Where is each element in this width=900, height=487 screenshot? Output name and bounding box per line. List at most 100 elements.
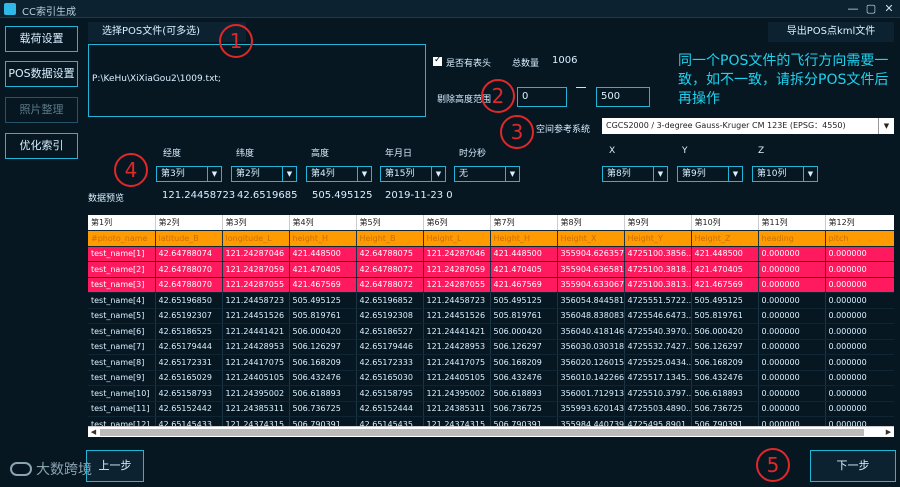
table-row[interactable]: test_name[3] 42.64788070 121.24287055 421.4…	[88, 277, 894, 293]
minimize-icon[interactable]: —	[846, 2, 860, 16]
table-cell: 42.65192308	[356, 308, 424, 324]
table-cell: 42.64788070	[155, 277, 223, 293]
table-cell: 421.470405	[289, 261, 357, 278]
column-header[interactable]: 第1列	[88, 215, 156, 231]
table-cell: 0.000000	[758, 370, 826, 386]
table-cell: 121.24385311	[423, 401, 491, 417]
sidebar-item-payload-settings[interactable]: 载荷设置	[5, 26, 78, 52]
table-row[interactable]: test_name[8] 42.65172331 121.24417075 506.1…	[88, 354, 894, 371]
table-cell: 0.000000	[825, 370, 894, 386]
column-header[interactable]: 第2列	[155, 215, 223, 231]
has-header-label: 是否有表头	[446, 59, 492, 69]
table-cell: 121.24287046	[423, 246, 491, 262]
table-cell: 421.467569	[490, 277, 558, 293]
has-header-checkbox[interactable]	[433, 55, 442, 66]
table-cell: 121.24405105	[222, 370, 290, 386]
table-cell: pitch	[825, 230, 894, 247]
column-header[interactable]: 第10列	[691, 215, 759, 231]
table-cell: 421.448500	[490, 246, 558, 262]
horizontal-scrollbar[interactable]: ◀ ▶	[88, 426, 894, 437]
prev-step-button[interactable]: 上一步	[86, 450, 144, 482]
chevron-down-icon: ▼	[207, 167, 221, 181]
table-row[interactable]: #photo_name latitude_B longitude_L height_H…	[88, 230, 894, 247]
table-cell: 42.65179444	[155, 339, 223, 355]
table-cell: 355904.636581	[557, 261, 625, 278]
table-row[interactable]: test_name[7] 42.65179444 121.24428953 506.1…	[88, 339, 894, 355]
table-cell: 42.65196850	[155, 292, 223, 309]
sidebar-item-pos-settings[interactable]: POS数据设置	[5, 61, 78, 87]
table-row[interactable]: test_name[4] 42.65196850 121.24458723 505.4…	[88, 292, 894, 309]
table-cell: 506.432476	[691, 370, 759, 386]
height-column-select[interactable]: 第4列 ▼	[306, 166, 372, 182]
table-cell: 121.24458723	[222, 292, 290, 309]
window-title: CC索引生成	[22, 7, 76, 18]
height-max-input[interactable]: 500	[596, 87, 650, 107]
table-cell: test_name[10]	[88, 385, 156, 402]
maximize-icon[interactable]: ▢	[864, 2, 878, 16]
table-row[interactable]: test_name[11] 42.65152442 121.24385311 506.…	[88, 401, 894, 417]
height-min-input[interactable]: 0	[517, 87, 567, 107]
main-panel: 载荷设置 POS数据设置 照片整理 优化索引 选择POS文件(可多选) 导出PO…	[0, 18, 900, 487]
table-cell: 4725525.0434...	[624, 354, 692, 371]
lat-column-select[interactable]: 第2列 ▼	[231, 166, 297, 182]
column-header[interactable]: 第7列	[490, 215, 558, 231]
table-cell: test_name[3]	[88, 277, 156, 293]
annotation-marker-1: 1	[219, 24, 253, 58]
data-table[interactable]: 第1列 第2列 第3列 第4列 第5列 第6列 第7列 第8列 第9列 第10列 第11列 第12列 #…	[88, 215, 894, 437]
table-cell: test_name[4]	[88, 292, 156, 309]
chevron-down-icon: ▼	[431, 167, 445, 181]
scrollbar-thumb[interactable]	[100, 429, 864, 436]
table-cell: 0.000000	[825, 354, 894, 371]
table-row[interactable]: test_name[1] 42.64788074 121.24287046 421.4…	[88, 246, 894, 262]
scroll-right-icon[interactable]: ▶	[883, 427, 894, 438]
time-column-select[interactable]: 无 ▼	[454, 166, 520, 182]
x-column-select[interactable]: 第8列 ▼	[602, 166, 668, 182]
table-cell: 356054.844581	[557, 292, 625, 309]
table-cell: 121.24395002	[423, 385, 491, 402]
lat-column-value: 第2列	[236, 169, 260, 179]
chevron-down-icon: ▼	[505, 167, 519, 181]
table-cell: 355993.620143	[557, 401, 625, 417]
table-row[interactable]: test_name[10] 42.65158793 121.24395002 506.…	[88, 385, 894, 402]
table-cell: 421.448500	[289, 246, 357, 262]
export-kml-button[interactable]: 导出POS点kml文件	[768, 22, 894, 42]
total-count-label: 总数量	[512, 59, 540, 69]
watermark: 大数跨境	[10, 459, 92, 479]
close-icon[interactable]: ✕	[882, 2, 896, 16]
crs-select[interactable]: CGCS2000 / 3-degree Gauss-Kruger CM 123E…	[602, 118, 894, 134]
column-header[interactable]: 第11列	[758, 215, 826, 231]
sidebar-item-photo-organize: 照片整理	[5, 97, 78, 123]
column-header[interactable]: 第12列	[825, 215, 894, 231]
table-row[interactable]: test_name[2] 42.64788070 121.24287059 421.4…	[88, 261, 894, 278]
column-header[interactable]: 第5列	[356, 215, 424, 231]
column-header[interactable]: 第9列	[624, 215, 692, 231]
table-header-row: 第1列 第2列 第3列 第4列 第5列 第6列 第7列 第8列 第9列 第10列 第11列 第12列	[88, 215, 894, 231]
table-row[interactable]: test_name[9] 42.65165029 121.24405105 506.4…	[88, 370, 894, 386]
y-column-select[interactable]: 第9列 ▼	[677, 166, 743, 182]
sidebar-item-optimize-index[interactable]: 优化索引	[5, 133, 78, 159]
pos-file-path-box[interactable]: P:\KeHu\XiXiaGou2\1009.txt;	[88, 44, 426, 117]
column-header[interactable]: 第8列	[557, 215, 625, 231]
table-cell: 4725540.3970...	[624, 323, 692, 340]
column-header[interactable]: 第6列	[423, 215, 491, 231]
table-cell: test_name[5]	[88, 308, 156, 324]
table-cell: 121.24417075	[222, 354, 290, 371]
table-row[interactable]: test_name[6] 42.65186525 121.24441421 506.0…	[88, 323, 894, 340]
annotation-marker-2: 2	[481, 79, 515, 113]
table-cell: test_name[9]	[88, 370, 156, 386]
next-step-button[interactable]: 下一步	[810, 450, 896, 482]
z-column-select[interactable]: 第10列 ▼	[752, 166, 818, 182]
table-cell: 121.24405105	[423, 370, 491, 386]
date-column-select[interactable]: 第15列 ▼	[380, 166, 446, 182]
table-cell: 42.65196852	[356, 292, 424, 309]
table-row[interactable]: test_name[5] 42.65192307 121.24451526 505.8…	[88, 308, 894, 324]
x-column-value: 第8列	[607, 169, 631, 179]
table-cell: 121.24428953	[423, 339, 491, 355]
table-cell: 4725546.6473...	[624, 308, 692, 324]
table-cell: 0.000000	[825, 385, 894, 402]
column-header[interactable]: 第3列	[222, 215, 290, 231]
table-cell: 506.126297	[289, 339, 357, 355]
lon-column-select[interactable]: 第3列 ▼	[156, 166, 222, 182]
column-header[interactable]: 第4列	[289, 215, 357, 231]
scroll-left-icon[interactable]: ◀	[88, 427, 99, 438]
